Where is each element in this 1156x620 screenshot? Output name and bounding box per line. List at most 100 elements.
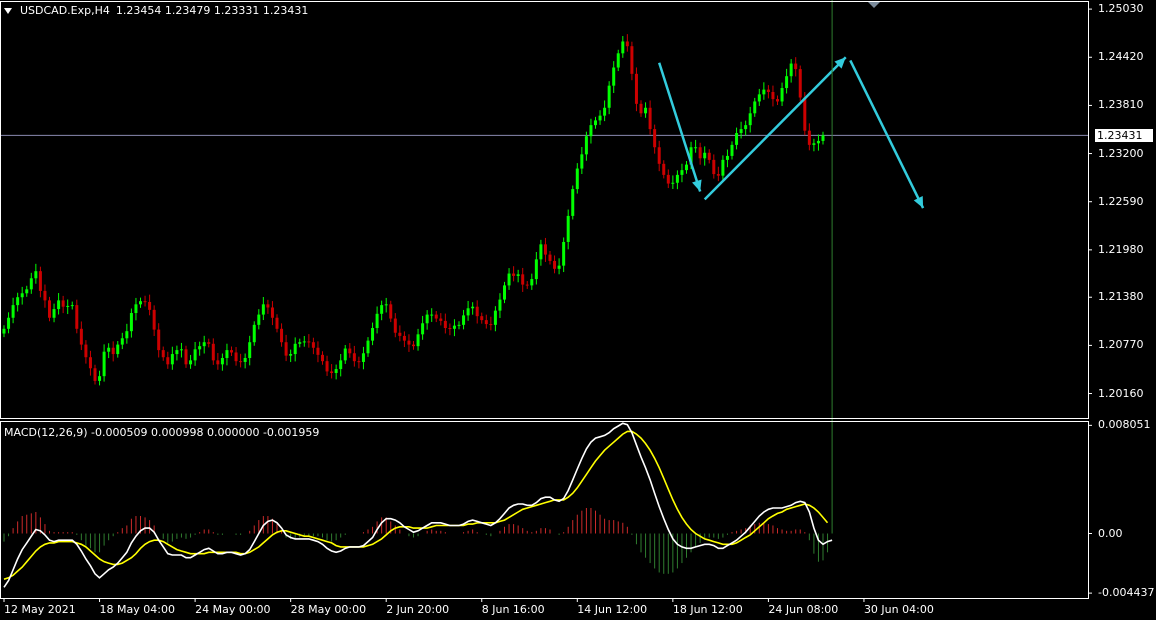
candle-body <box>594 120 597 126</box>
candle-body <box>521 274 525 285</box>
candle-body <box>234 352 238 362</box>
candle-body <box>261 304 265 315</box>
candle-body <box>757 94 761 102</box>
candle-body <box>425 314 429 324</box>
candle-body <box>275 317 279 329</box>
candle <box>694 139 698 153</box>
candle <box>548 251 552 265</box>
candle-body <box>161 350 165 358</box>
candle-body <box>70 305 74 307</box>
candle <box>257 309 261 330</box>
candle <box>321 351 324 365</box>
candle-body <box>252 324 256 343</box>
candle-body <box>125 331 129 339</box>
candle <box>266 299 270 314</box>
candle-body <box>120 338 124 345</box>
candle-body <box>325 361 329 372</box>
candle-body <box>148 301 152 310</box>
candle-body <box>725 155 729 160</box>
candle-body <box>548 254 552 261</box>
candle <box>580 147 584 175</box>
candle-body <box>621 41 625 54</box>
price-tick-label: 1.20770 <box>1098 338 1144 352</box>
candle-body <box>648 107 652 130</box>
candle-body <box>634 73 638 104</box>
candle-body <box>257 314 261 325</box>
candle-body <box>93 368 97 381</box>
dropdown-triangle-icon[interactable] <box>4 7 12 14</box>
candle-body <box>716 174 720 176</box>
macd-panel[interactable] <box>3 0 833 588</box>
candle <box>530 273 534 290</box>
candle <box>70 301 74 310</box>
candle-body <box>266 304 270 308</box>
candle <box>543 237 547 262</box>
candle-body <box>343 348 347 361</box>
candle-body <box>34 271 38 279</box>
candle <box>553 255 557 274</box>
candle <box>789 59 793 83</box>
candle <box>125 323 129 344</box>
candle-body <box>480 316 484 321</box>
candle-body <box>571 189 575 216</box>
candle-body <box>735 133 739 145</box>
candle <box>298 338 302 348</box>
candle <box>525 281 529 289</box>
candle <box>584 131 588 161</box>
candle-body <box>457 324 461 326</box>
candle <box>716 166 720 182</box>
candle-body <box>193 349 197 361</box>
candle <box>539 239 543 266</box>
candle-body <box>116 344 120 355</box>
candle <box>166 351 170 369</box>
price-tick-label: 1.23200 <box>1098 146 1144 160</box>
candle <box>220 353 224 371</box>
candle-body <box>384 304 388 306</box>
candle <box>157 323 161 358</box>
candle-body <box>298 342 302 344</box>
candle <box>393 313 397 338</box>
candle <box>416 328 420 351</box>
chart-canvas[interactable] <box>0 0 1156 620</box>
candle <box>148 294 152 316</box>
candle-body <box>38 271 42 291</box>
candle-body <box>75 305 79 329</box>
candle-body <box>762 89 766 95</box>
candle <box>234 347 238 366</box>
candle <box>280 323 284 347</box>
candle-body <box>375 313 379 329</box>
candle <box>375 306 379 334</box>
candle <box>703 146 707 166</box>
macd-panel-border <box>0 421 1089 599</box>
candle <box>484 314 488 329</box>
candle <box>248 335 252 366</box>
candle-body <box>503 285 506 300</box>
candle <box>489 316 493 331</box>
candle-body <box>371 328 375 341</box>
candle <box>239 353 243 368</box>
candle-body <box>348 348 352 354</box>
candle-body <box>443 320 447 329</box>
price-panel[interactable] <box>0 34 1088 386</box>
candle <box>311 337 315 355</box>
time-tick-label: 30 Jun 04:00 <box>863 603 934 616</box>
candle-body <box>776 99 779 102</box>
candle-body <box>421 323 425 335</box>
candle-body <box>352 353 356 362</box>
candle <box>462 309 466 330</box>
candle <box>152 305 156 336</box>
candle <box>334 364 338 380</box>
candle-body <box>766 89 770 92</box>
candle <box>680 163 684 183</box>
candle-body <box>407 340 411 345</box>
candle <box>7 312 11 334</box>
candle-body <box>507 273 511 286</box>
candle-body <box>189 360 193 365</box>
candle <box>507 268 511 290</box>
candle <box>184 345 188 368</box>
candle <box>11 297 15 324</box>
candle <box>657 140 661 172</box>
candle <box>735 127 739 150</box>
candle-body <box>662 163 666 175</box>
candle-body <box>143 301 147 303</box>
